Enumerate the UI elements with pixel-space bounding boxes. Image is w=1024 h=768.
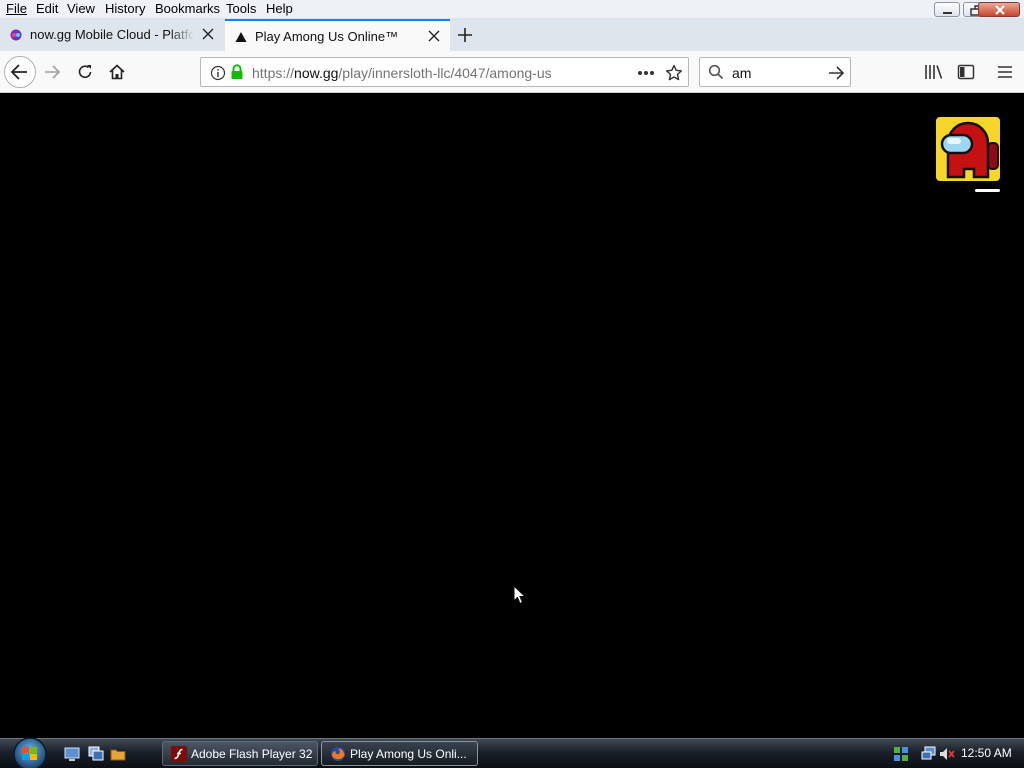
- url-bar[interactable]: https://now.gg/play/innersloth-llc/4047/…: [200, 57, 689, 87]
- close-tab-icon[interactable]: [428, 30, 440, 42]
- url-text[interactable]: https://now.gg/play/innersloth-llc/4047/…: [252, 65, 552, 81]
- firefox-icon: [331, 747, 345, 761]
- among-us-triangle-icon: [235, 32, 247, 42]
- menu-history[interactable]: History: [105, 1, 145, 16]
- menu-bookmarks[interactable]: Bookmarks: [155, 1, 220, 16]
- forward-arrow-icon[interactable]: [42, 63, 62, 81]
- search-input[interactable]: am: [732, 65, 751, 81]
- hamburger-menu-icon[interactable]: [996, 64, 1014, 80]
- switch-windows-icon[interactable]: [88, 746, 104, 762]
- page-actions-icon[interactable]: [637, 70, 655, 76]
- nowgg-icon: [10, 29, 22, 41]
- library-icon[interactable]: [924, 63, 944, 81]
- navigation-toolbar: https://now.gg/play/innersloth-llc/4047/…: [0, 51, 1024, 93]
- menu-bar: File Edit View History Bookmarks Tools H…: [0, 0, 1024, 19]
- close-window-button[interactable]: [978, 2, 1020, 17]
- tab-title: now.gg Mobile Cloud - Platform: [30, 27, 194, 42]
- flash-player-icon: [171, 746, 187, 762]
- bookmark-star-icon[interactable]: [665, 64, 683, 82]
- sidebar-toggle-icon[interactable]: [957, 63, 975, 81]
- home-icon[interactable]: [108, 63, 126, 81]
- show-desktop-icon[interactable]: [64, 746, 80, 762]
- among-us-app-icon[interactable]: [936, 117, 1000, 181]
- windows-taskbar: Adobe Flash Player 32 Play Among Us Onli…: [0, 735, 1024, 768]
- info-icon[interactable]: [210, 65, 226, 81]
- volume-muted-icon[interactable]: [939, 746, 955, 762]
- url-host: now.gg: [294, 65, 339, 81]
- tab-among-us[interactable]: Play Among Us Online™: [225, 19, 450, 51]
- reload-icon[interactable]: [76, 63, 94, 81]
- lock-icon[interactable]: [230, 64, 244, 80]
- menu-file-label: File: [6, 1, 27, 16]
- tab-title: Play Among Us Online™: [255, 29, 399, 44]
- tab-nowgg[interactable]: now.gg Mobile Cloud - Platform: [0, 19, 224, 51]
- folder-icon[interactable]: [110, 746, 126, 762]
- menu-file[interactable]: File: [6, 1, 27, 16]
- minimize-button[interactable]: [934, 2, 960, 17]
- close-icon: [995, 5, 1005, 15]
- network-icon[interactable]: [921, 746, 937, 762]
- crewmate-icon: [940, 121, 999, 179]
- close-tab-icon[interactable]: [202, 28, 214, 40]
- search-go-arrow-icon[interactable]: [827, 65, 845, 81]
- taskbar-flash-player[interactable]: Adobe Flash Player 32: [162, 741, 318, 766]
- search-icon: [708, 64, 724, 80]
- new-tab-icon[interactable]: [456, 26, 474, 44]
- menu-help[interactable]: Help: [266, 1, 293, 16]
- taskbar-among-us-window[interactable]: Play Among Us Onli...: [321, 741, 478, 766]
- network-sharing-icon[interactable]: [893, 746, 909, 762]
- menu-edit[interactable]: Edit: [36, 1, 58, 16]
- url-scheme: https://: [252, 65, 295, 81]
- taskbar-button-label: Play Among Us Onli...: [350, 747, 467, 761]
- menu-view[interactable]: View: [67, 1, 95, 16]
- menu-tools[interactable]: Tools: [226, 1, 256, 16]
- system-clock[interactable]: 12:50 AM: [961, 746, 1012, 760]
- mouse-cursor-icon: [513, 585, 527, 605]
- search-bar[interactable]: am: [699, 57, 851, 87]
- tab-strip: now.gg Mobile Cloud - Platform Play Amon…: [0, 19, 1024, 51]
- start-button-icon[interactable]: [9, 735, 51, 768]
- back-button[interactable]: [4, 56, 36, 88]
- taskbar-button-label: Adobe Flash Player 32: [191, 747, 313, 761]
- minimize-icon: [943, 12, 952, 14]
- url-path: /play/innersloth-llc/4047/among-us: [338, 65, 552, 81]
- back-arrow-icon: [10, 64, 27, 80]
- app-indicator-bar: [975, 189, 1000, 192]
- game-viewport[interactable]: [0, 93, 1024, 738]
